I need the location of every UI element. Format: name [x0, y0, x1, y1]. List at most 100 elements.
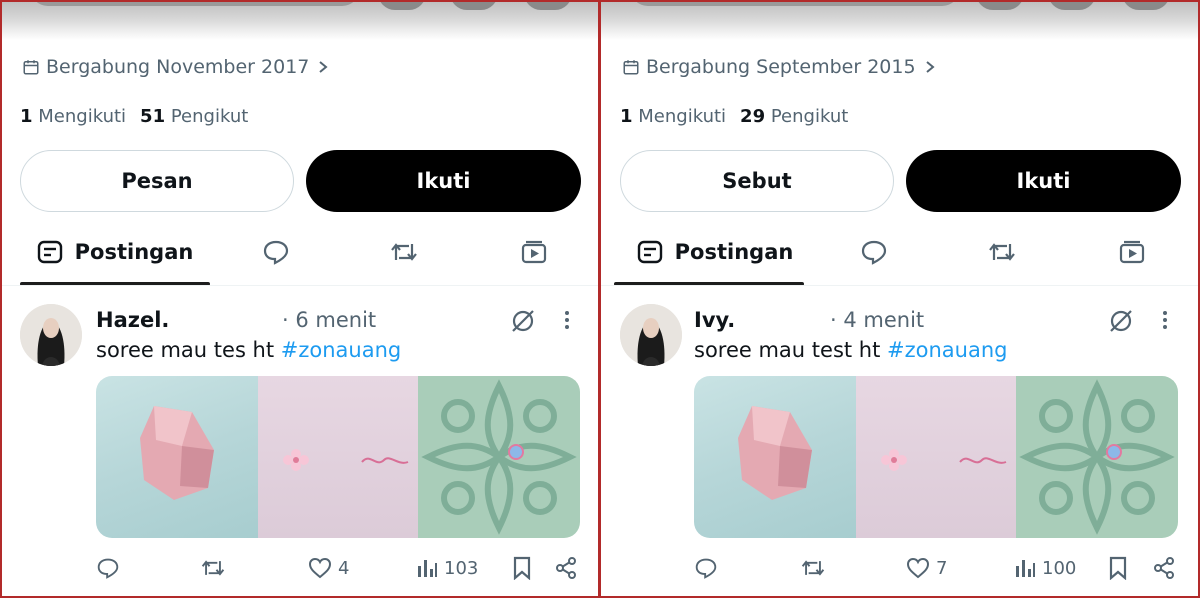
- reply-icon: [694, 557, 718, 579]
- like-button[interactable]: 4: [308, 554, 349, 582]
- tab-replies[interactable]: [248, 224, 304, 280]
- tab-posts-label: Postingan: [674, 240, 794, 264]
- views-count: 100: [1042, 557, 1077, 579]
- media-image-tile: [418, 376, 580, 538]
- post-actions: 4 103: [0, 554, 600, 584]
- calendar-icon: [622, 58, 640, 76]
- bookmark-button[interactable]: [512, 554, 532, 582]
- share-icon: [1152, 556, 1176, 580]
- views-icon: [1014, 557, 1036, 579]
- media-image-pink: [258, 376, 418, 538]
- share-button[interactable]: [1152, 554, 1176, 582]
- avatar[interactable]: [620, 304, 682, 366]
- replies-tab-icon: [860, 239, 888, 265]
- join-date-label: Bergabung November 2017: [46, 56, 310, 78]
- like-icon: [906, 557, 930, 579]
- bookmark-button[interactable]: [1108, 554, 1128, 582]
- join-date-row[interactable]: Bergabung September 2015: [622, 55, 936, 79]
- views-button[interactable]: 100: [1014, 554, 1076, 582]
- post-time: · 6 menit: [282, 308, 377, 332]
- followers-stat[interactable]: 51 Pengikut: [140, 106, 248, 127]
- followers-count: 29: [740, 106, 766, 127]
- posts-tab-icon: [637, 240, 663, 264]
- following-stat[interactable]: 1 Mengikuti: [20, 106, 126, 127]
- avatar[interactable]: [20, 304, 82, 366]
- media-tab-icon: [1118, 239, 1146, 265]
- tab-reposts[interactable]: [376, 224, 432, 280]
- repost-icon: [800, 557, 826, 579]
- post-item[interactable]: Ivy. · 4 menit soree mau test ht #zonaua…: [600, 296, 1200, 596]
- post-media[interactable]: [694, 376, 1178, 538]
- tab-posts[interactable]: Postingan: [620, 224, 810, 280]
- followers-label: Pengikut: [770, 106, 849, 127]
- followers-stat[interactable]: 29 Pengikut: [740, 106, 848, 127]
- followers-count: 51: [140, 106, 166, 127]
- share-icon: [554, 556, 578, 580]
- panel-divider: [598, 0, 601, 598]
- tab-reposts[interactable]: [974, 224, 1030, 280]
- tab-replies[interactable]: [846, 224, 902, 280]
- post-body: soree mau test ht: [694, 338, 888, 362]
- join-date-row[interactable]: Bergabung November 2017: [22, 55, 329, 79]
- tab-posts-label: Postingan: [74, 240, 194, 264]
- profile-tabs: Postingan: [600, 224, 1200, 286]
- reply-button[interactable]: [96, 554, 120, 582]
- chevron-right-icon: [317, 60, 329, 74]
- views-count: 103: [444, 557, 479, 579]
- post-time: · 4 menit: [830, 308, 925, 332]
- more-icon[interactable]: [1158, 308, 1172, 332]
- like-button[interactable]: 7: [906, 554, 947, 582]
- post-hashtag[interactable]: #zonauang: [281, 338, 401, 362]
- followers-label: Pengikut: [170, 106, 249, 127]
- replies-tab-icon: [262, 239, 290, 265]
- tabs-divider: [0, 285, 600, 286]
- mention-button[interactable]: Sebut: [620, 150, 894, 212]
- grok-icon[interactable]: [1106, 306, 1136, 336]
- media-image-pink: [856, 376, 1016, 538]
- bookmark-icon: [512, 556, 532, 580]
- tab-media[interactable]: [506, 224, 562, 280]
- grok-icon[interactable]: [508, 306, 538, 336]
- post-media[interactable]: [96, 376, 580, 538]
- post-author[interactable]: Hazel.: [96, 308, 169, 332]
- follow-stats: 1 Mengikuti 29 Pengikut: [620, 106, 848, 127]
- follow-stats: 1 Mengikuti 51 Pengikut: [20, 106, 248, 127]
- like-count: 4: [338, 557, 350, 579]
- share-button[interactable]: [554, 554, 578, 582]
- media-image-crystal: [694, 376, 856, 538]
- header-fade: [0, 0, 600, 40]
- search-bar[interactable]: [30, 0, 360, 6]
- follow-button[interactable]: Ikuti: [306, 150, 581, 212]
- search-bar[interactable]: [630, 0, 960, 6]
- repost-button[interactable]: [800, 554, 826, 582]
- views-icon: [416, 557, 438, 579]
- more-icon[interactable]: [560, 308, 574, 332]
- reply-button[interactable]: [694, 554, 718, 582]
- message-button[interactable]: Pesan: [20, 150, 294, 212]
- post-body: soree mau tes ht: [96, 338, 281, 362]
- post-hashtag[interactable]: #zonauang: [887, 338, 1007, 362]
- calendar-icon: [22, 58, 40, 76]
- following-count: 1: [20, 106, 33, 127]
- following-count: 1: [620, 106, 633, 127]
- post-author[interactable]: Ivy.: [694, 308, 735, 332]
- like-count: 7: [936, 557, 948, 579]
- tab-posts[interactable]: Postingan: [20, 224, 210, 280]
- follow-button[interactable]: Ikuti: [906, 150, 1181, 212]
- tab-media[interactable]: [1104, 224, 1160, 280]
- reply-icon: [96, 557, 120, 579]
- media-tab-icon: [520, 239, 548, 265]
- profile-panel-right: Bergabung September 2015 1 Mengikuti 29 …: [600, 0, 1200, 598]
- views-button[interactable]: 103: [416, 554, 478, 582]
- chevron-right-icon: [924, 60, 936, 74]
- media-image-crystal: [96, 376, 258, 538]
- post-text: soree mau tes ht #zonauang: [96, 338, 401, 362]
- repost-icon: [200, 557, 226, 579]
- following-stat[interactable]: 1 Mengikuti: [620, 106, 726, 127]
- media-image-tile: [1016, 376, 1178, 538]
- post-item[interactable]: Hazel. · 6 menit soree mau tes ht #zonau…: [0, 296, 600, 596]
- repost-button[interactable]: [200, 554, 226, 582]
- following-label: Mengikuti: [38, 106, 127, 127]
- posts-tab-icon: [37, 240, 63, 264]
- following-label: Mengikuti: [638, 106, 727, 127]
